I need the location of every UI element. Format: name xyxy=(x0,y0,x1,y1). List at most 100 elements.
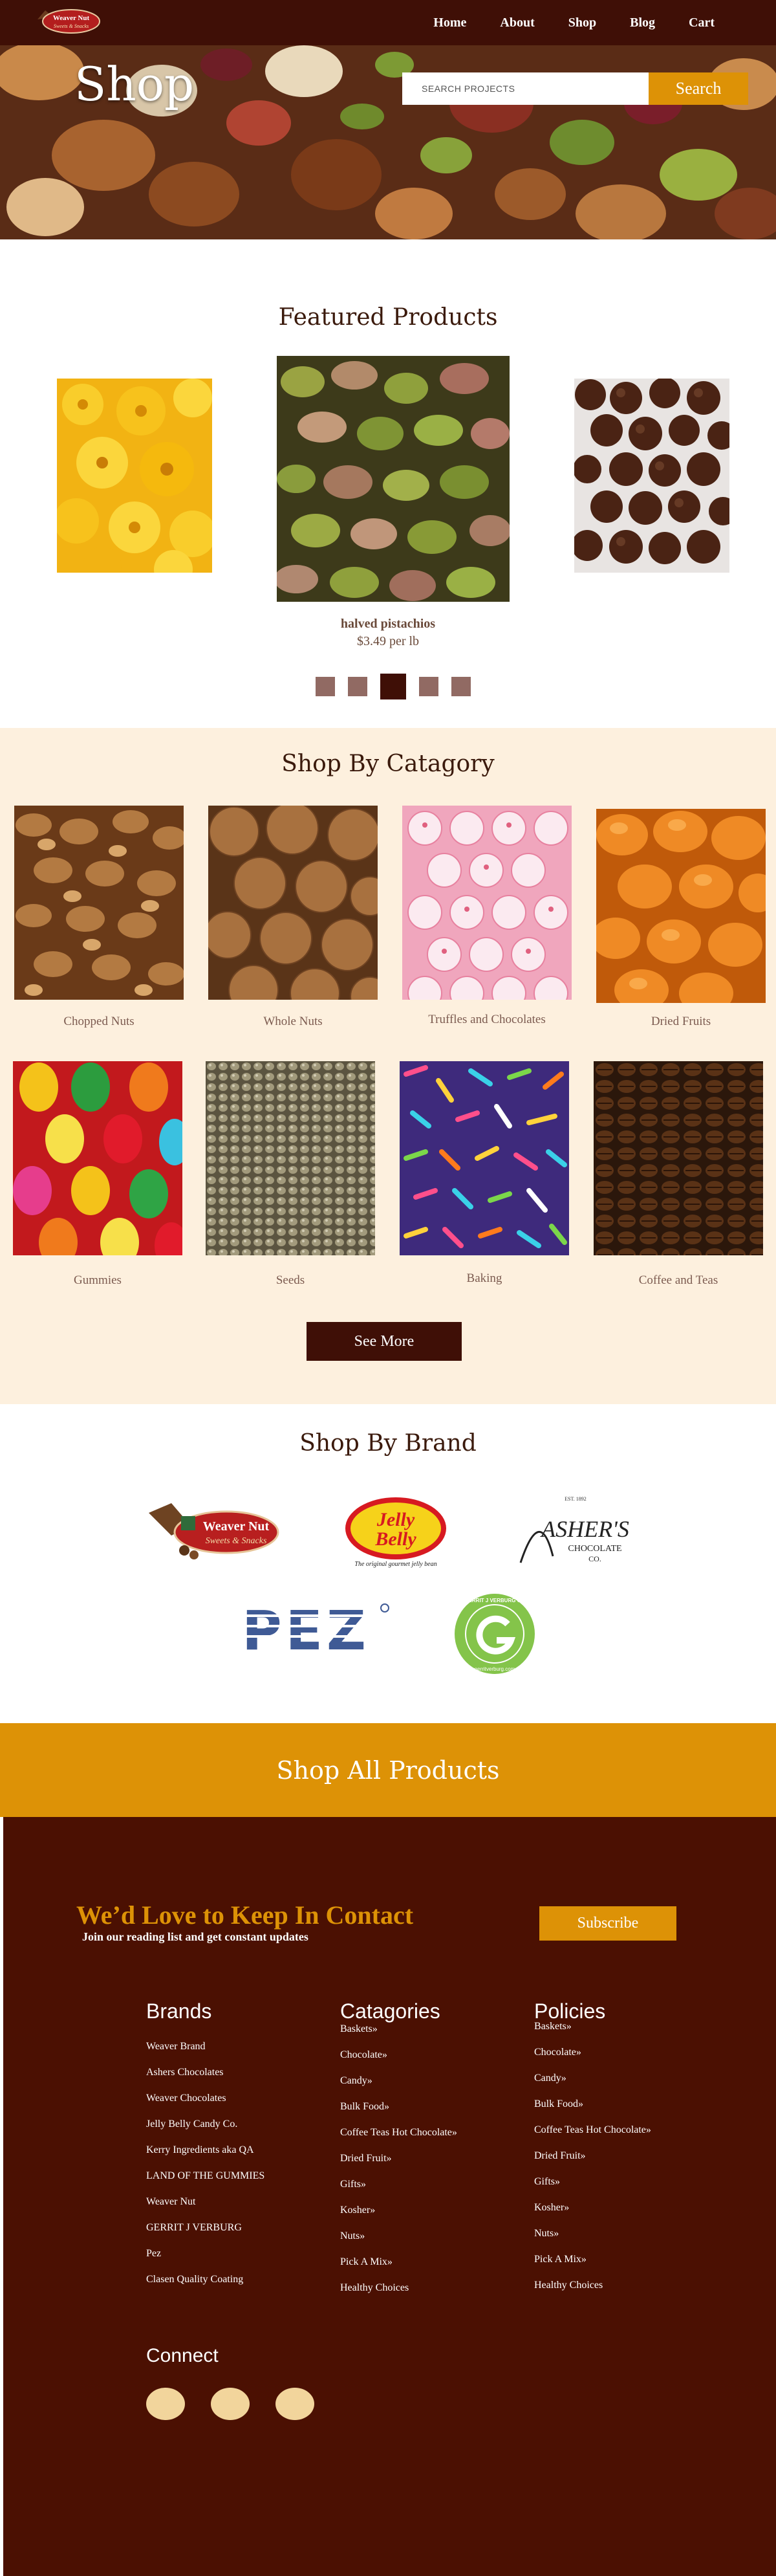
social-icon-3[interactable] xyxy=(275,2388,314,2420)
truffles-photo xyxy=(402,806,572,1000)
category-seeds[interactable] xyxy=(206,1061,375,1255)
footer-policy-link[interactable]: Chocolate» xyxy=(534,2046,670,2059)
nav-blog[interactable]: Blog xyxy=(630,16,655,30)
nav-home[interactable]: Home xyxy=(433,16,466,30)
weaver-nut-logo[interactable]: Weaver Nut Sweets & Snacks xyxy=(34,5,101,38)
footer-category-link[interactable]: Kosher» xyxy=(340,2204,476,2217)
category-label-seeds: Seeds xyxy=(275,1273,305,1287)
category-dried-fruits[interactable] xyxy=(596,809,766,1003)
footer-category-link[interactable]: Nuts» xyxy=(340,2230,476,2243)
category-truffles-chocolates[interactable] xyxy=(402,806,572,1000)
page-title: Shop xyxy=(74,57,195,111)
pez-brand-logo[interactable]: PEZ xyxy=(230,1602,391,1660)
footer-policy-link[interactable]: Kosher» xyxy=(534,2201,670,2214)
footer-category-link[interactable]: Gifts» xyxy=(340,2178,476,2191)
footer-category-link[interactable]: Candy» xyxy=(340,2075,476,2087)
coffee-beans-photo xyxy=(594,1061,763,1255)
footer-brand-link[interactable]: Jelly Belly Candy Co. xyxy=(146,2118,282,2131)
footer-policy-link[interactable]: Bulk Food» xyxy=(534,2098,670,2111)
featured-product-halved-pistachios[interactable] xyxy=(277,356,510,602)
chocolate-balls-photo xyxy=(574,379,729,573)
featured-product-dried-pineapple[interactable] xyxy=(57,379,212,573)
social-icon-1[interactable] xyxy=(146,2388,185,2420)
category-gummies[interactable] xyxy=(13,1061,182,1255)
search-button[interactable]: Search xyxy=(649,72,748,105)
brand-title: Shop By Brand xyxy=(299,1430,477,1457)
svg-text:Weaver Nut: Weaver Nut xyxy=(203,1519,270,1534)
footer-category-link[interactable]: Bulk Food» xyxy=(340,2100,476,2113)
footer-category-link[interactable]: Healthy Choices xyxy=(340,2282,476,2295)
nav-cart[interactable]: Cart xyxy=(689,16,715,30)
category-baking[interactable] xyxy=(400,1061,569,1255)
category-chopped-nuts[interactable] xyxy=(14,806,184,1000)
footer-brand-link[interactable]: Weaver Nut xyxy=(146,2196,282,2208)
footer-policy-link[interactable]: Candy» xyxy=(534,2072,670,2085)
shop-all-products-button[interactable]: Shop All Products xyxy=(0,1723,776,1817)
footer-brand-link[interactable]: Kerry Ingredients aka QA xyxy=(146,2144,282,2157)
categories-column-title: Catagories xyxy=(340,1999,440,2023)
footer-category-link[interactable]: Baskets» xyxy=(340,2023,476,2036)
carousel-dot-4[interactable] xyxy=(419,677,438,696)
carousel-dot-2[interactable] xyxy=(348,677,367,696)
nav-about[interactable]: About xyxy=(500,16,534,30)
featured-product-price: $3.49 per lb xyxy=(356,634,420,648)
category-label-dried-fruits: Dried Fruits xyxy=(651,1015,711,1028)
whole-nuts-photo xyxy=(208,806,378,1000)
dried-apricots-photo xyxy=(596,809,766,1003)
gerrit-verburg-brand-logo[interactable]: GERRIT J VERBURG CO gerritverburg.com xyxy=(453,1592,537,1676)
jelly-belly-brand-logo[interactable]: Jelly Belly The original gourmet jelly b… xyxy=(343,1495,449,1569)
categories-link-list: Baskets» Chocolate» Candy» Bulk Food» Co… xyxy=(340,2023,476,2307)
featured-title: Featured Products xyxy=(278,304,498,331)
brands-link-list: Weaver Brand Ashers Chocolates Weaver Ch… xyxy=(146,2040,282,2299)
footer-policy-link[interactable]: Nuts» xyxy=(534,2227,670,2240)
see-more-button[interactable]: See More xyxy=(307,1322,462,1361)
footer-brand-link[interactable]: LAND OF THE GUMMIES xyxy=(146,2170,282,2183)
subscribe-button[interactable]: Subscribe xyxy=(539,1906,676,1941)
svg-text:Sweets & Snacks: Sweets & Snacks xyxy=(54,23,89,29)
svg-text:EST. 1892: EST. 1892 xyxy=(565,1496,587,1502)
footer-brand-link[interactable]: Weaver Chocolates xyxy=(146,2092,282,2105)
footer-category-link[interactable]: Dried Fruit» xyxy=(340,2152,476,2165)
brands-column-title: Brands xyxy=(146,1999,212,2023)
category-label-coffee-teas: Coffee and Teas xyxy=(638,1273,718,1287)
category-label-chopped-nuts: Chopped Nuts xyxy=(63,1015,135,1028)
category-whole-nuts[interactable] xyxy=(208,806,378,1000)
policies-link-list: Baskets» Chocolate» Candy» Bulk Food» Co… xyxy=(534,2020,670,2305)
nav-shop[interactable]: Shop xyxy=(568,16,596,30)
category-coffee-teas[interactable] xyxy=(594,1061,763,1255)
footer: We’d Love to Keep In Contact Join our re… xyxy=(3,1817,776,2576)
chopped-nuts-photo xyxy=(14,806,184,1000)
gummy-bears-photo xyxy=(13,1061,182,1255)
carousel-dot-3[interactable] xyxy=(380,674,406,699)
search-input[interactable] xyxy=(402,72,649,105)
footer-policy-link[interactable]: Pick A Mix» xyxy=(534,2253,670,2266)
footer-category-link[interactable]: Pick A Mix» xyxy=(340,2256,476,2269)
social-icon-2[interactable] xyxy=(211,2388,250,2420)
dried-pineapple-photo xyxy=(57,379,212,573)
footer-category-link[interactable]: Coffee Teas Hot Chocolate» xyxy=(340,2126,476,2139)
svg-text:PEZ: PEZ xyxy=(242,1602,370,1660)
footer-policy-link[interactable]: Healthy Choices xyxy=(534,2279,670,2292)
footer-policy-link[interactable]: Coffee Teas Hot Chocolate» xyxy=(534,2124,670,2137)
svg-text:CO.: CO. xyxy=(588,1554,601,1563)
category-label-baking: Baking xyxy=(466,1271,502,1285)
svg-text:GERRIT J VERBURG CO: GERRIT J VERBURG CO xyxy=(464,1598,524,1603)
ashers-chocolate-brand-logo[interactable]: EST. 1892 ASHER'S CHOCOLATE CO. xyxy=(514,1492,637,1572)
carousel-dot-1[interactable] xyxy=(316,677,335,696)
footer-brand-link[interactable]: GERRIT J VERBURG xyxy=(146,2221,282,2234)
footer-brand-link[interactable]: Weaver Brand xyxy=(146,2040,282,2053)
weaver-nut-brand-logo[interactable]: Weaver Nut Sweets & Snacks xyxy=(146,1500,281,1565)
svg-text:Jelly: Jelly xyxy=(376,1509,415,1530)
footer-policy-link[interactable]: Baskets» xyxy=(534,2020,670,2033)
footer-category-link[interactable]: Chocolate» xyxy=(340,2049,476,2062)
footer-brand-link[interactable]: Pez xyxy=(146,2247,282,2260)
carousel-dot-5[interactable] xyxy=(451,677,471,696)
featured-product-chocolate-malt-balls[interactable] xyxy=(574,379,729,573)
search-bar: Search xyxy=(402,72,748,105)
footer-policy-link[interactable]: Gifts» xyxy=(534,2175,670,2188)
category-label-gummies: Gummies xyxy=(74,1273,122,1287)
newsletter-subheading: Join our reading list and get constant u… xyxy=(82,1930,308,1943)
footer-policy-link[interactable]: Dried Fruit» xyxy=(534,2150,670,2163)
footer-brand-link[interactable]: Clasen Quality Coating xyxy=(146,2273,282,2286)
footer-brand-link[interactable]: Ashers Chocolates xyxy=(146,2066,282,2079)
